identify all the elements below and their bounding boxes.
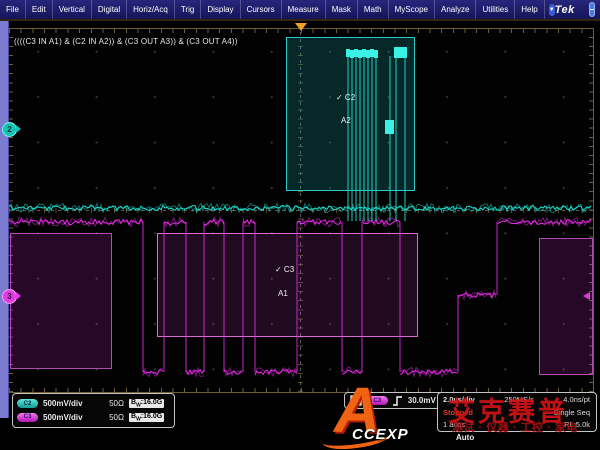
trigger-readout-box: A C3 30.0mV	[344, 392, 447, 409]
channel2-position-marker[interactable]: 2	[2, 122, 17, 137]
zone-box-a1-left[interactable]	[10, 233, 112, 369]
channel2-marker-arrow-icon	[16, 125, 21, 133]
menu-item-display[interactable]: Display	[201, 0, 240, 19]
trigger-level-value: 30.0mV	[408, 396, 436, 405]
channel-readout-box: C2 500mV/div 50Ω BW:16.0G C3 500mV/div 5…	[12, 393, 175, 428]
watermark-logo-text: CCEXP	[352, 426, 409, 443]
menu-item-edit[interactable]: Edit	[26, 0, 53, 19]
trigger-event-chip: A	[350, 395, 362, 406]
menu-items: FileEditVerticalDigitalHoriz/AcqTrigDisp…	[0, 0, 545, 19]
menu-item-vertical[interactable]: Vertical	[53, 0, 92, 19]
horizontal-readout-box: 2.0µs/div 250MS/s 4.0ns/pt Stopped Singl…	[437, 392, 597, 432]
channel3-readout-row: C3 500mV/div 50Ω BW:16.0G	[17, 413, 170, 422]
channel2-bandwidth-chip: BW:16.0G	[129, 399, 164, 408]
menubar-divider	[0, 19, 600, 21]
menu-item-horizacq[interactable]: Horiz/Acq	[127, 0, 175, 19]
sample-rate-value: 250MS/s	[504, 395, 534, 404]
zone-a1-name: A1	[278, 289, 288, 298]
watermark-swoosh	[321, 423, 393, 450]
zone-a1-channel-tag: ✓ C3	[275, 265, 294, 274]
acquisition-state: Stopped	[443, 408, 473, 417]
menu-item-help[interactable]: Help	[515, 0, 544, 19]
menu-item-utilities[interactable]: Utilities	[476, 0, 515, 19]
channel2-impedance: 50Ω	[100, 399, 124, 408]
rising-edge-icon	[393, 396, 403, 406]
trigger-mode-label: Auto	[456, 433, 474, 442]
channel3-marker-arrow-icon	[16, 292, 21, 300]
trigger-source-badge[interactable]: C3	[367, 396, 388, 405]
menu-item-mask[interactable]: Mask	[326, 0, 358, 19]
zone-box-a1-right[interactable]	[539, 238, 593, 375]
channel3-scale: 500mV/div	[43, 413, 95, 422]
zone-a2-channel-tag: ✓ C2	[336, 93, 355, 102]
menu-item-myscope[interactable]: MyScope	[389, 0, 435, 19]
menu-item-file[interactable]: File	[0, 0, 26, 19]
zone-a1-right-handle-icon[interactable]	[583, 292, 590, 300]
zone-a2-name: A2	[341, 116, 351, 125]
trigger-position-marker[interactable]	[295, 23, 307, 31]
acquisition-count: 1 acqs	[443, 420, 465, 429]
channel2-badge[interactable]: C2	[17, 399, 38, 408]
menu-item-analyze[interactable]: Analyze	[435, 0, 476, 19]
minimize-button[interactable]: –	[589, 2, 595, 17]
channel3-impedance: 50Ω	[100, 413, 124, 422]
menu-item-cursors[interactable]: Cursors	[241, 0, 282, 19]
resolution-value: 4.0ns/pt	[563, 395, 590, 404]
menu-item-trig[interactable]: Trig	[175, 0, 201, 19]
menu-bar: FileEditVerticalDigitalHoriz/AcqTrigDisp…	[0, 0, 600, 19]
channel3-position-marker[interactable]: 3	[2, 289, 17, 304]
channel3-badge[interactable]: C3	[17, 413, 38, 422]
timebase-value: 2.0µs/div	[443, 395, 475, 404]
menu-item-math[interactable]: Math	[358, 0, 389, 19]
channel2-scale: 500mV/div	[43, 399, 95, 408]
channel2-readout-row: C2 500mV/div 50Ω BW:16.0G	[17, 399, 170, 408]
left-chassis-strip	[0, 21, 9, 418]
math-bus-expression: ((((C3 IN A1) & (C2 IN A2)) & (C3 OUT A3…	[14, 37, 238, 46]
menu-item-digital[interactable]: Digital	[92, 0, 127, 19]
menu-item-measure[interactable]: Measure	[282, 0, 326, 19]
channel3-bandwidth-chip: BW:16.0G	[129, 413, 164, 422]
record-length: RL:5.0k	[564, 420, 590, 429]
tek-logo: Tek	[555, 4, 575, 16]
zone-box-a2[interactable]	[286, 37, 415, 191]
acquisition-mode: Single Seq	[554, 408, 590, 417]
zone-box-a1-mid[interactable]	[157, 233, 418, 337]
